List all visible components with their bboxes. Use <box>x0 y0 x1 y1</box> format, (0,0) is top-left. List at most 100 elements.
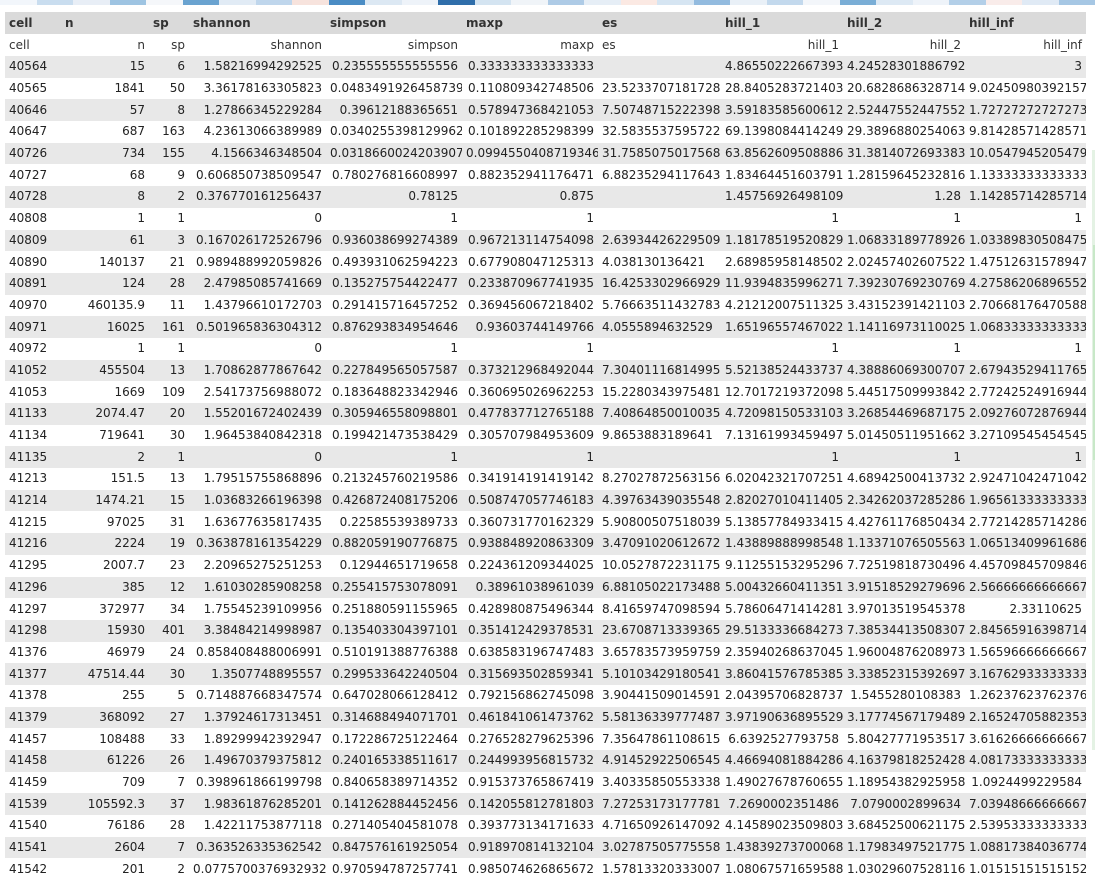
table-cell-simpson: 0.183648823342946 <box>326 381 462 403</box>
table-row[interactable]: 41133 2074.47 20 1.55201672402439 0.30594655… <box>5 403 1086 425</box>
table-row[interactable]: 40809 61 3 0.167026172526796 0.9360386992743… <box>5 229 1086 252</box>
table-cell-es: 3.02787505775558 <box>598 836 721 859</box>
table-cell-hill-inf: 1.14285714285714 <box>965 186 1086 208</box>
table-cell-es: 3.40335850553338 <box>598 771 721 794</box>
table-cell-es: 7.40864850010035 <box>598 403 721 425</box>
column-header-sp[interactable]: sp <box>149 12 189 34</box>
table-cell-hill-1: 1 <box>721 337 843 360</box>
table-row[interactable]: 41298 15930 401 3.38484214998987 0.135403304… <box>5 619 1086 642</box>
table-cell-es <box>598 207 721 230</box>
table-cell-hill-2: 1 <box>843 337 965 360</box>
table-row[interactable]: 40808 1 1 0 1 1 1 1 1 <box>5 207 1086 230</box>
table-cell-hill-1: 1.43889888998548 <box>721 533 843 555</box>
table-cell-hill-1: 5.78606471414281 <box>721 598 843 620</box>
table-row[interactable]: 41541 2604 7 0.363526335362542 0.84757616192… <box>5 836 1086 859</box>
table-row[interactable]: 40646 57 8 1.27866345229284 0.39612188365651… <box>5 99 1086 122</box>
table-cell-simpson: 0.141262884452456 <box>326 793 462 816</box>
table-cell-maxp: 0.393773134171633 <box>462 815 598 837</box>
column-header-hill-1[interactable]: hill_1 <box>721 12 843 34</box>
table-row[interactable]: 41296 385 12 1.61030285908258 0.255415753078… <box>5 576 1086 599</box>
table-cell-hill-2: 1.5455280108383 <box>843 684 965 707</box>
table-row[interactable]: 40727 68 9 0.606850738509547 0.7802768166089… <box>5 164 1086 187</box>
table-row[interactable]: 41134 719641 30 1.96453840842318 0.199421473… <box>5 424 1086 447</box>
table-row[interactable]: 41213 151.5 13 1.79515755868896 0.2132457602… <box>5 468 1086 490</box>
table-row[interactable]: 40970 460135.9 11 1.43796610172703 0.2914157… <box>5 294 1086 317</box>
table-cell-hill-2: 1 <box>843 446 965 469</box>
table-row[interactable]: 41459 709 7 0.398961866199798 0.840658389714… <box>5 771 1086 794</box>
table-cell-sp: 50 <box>149 77 189 100</box>
table-row[interactable]: 40647 687 163 4.23613066389989 0.03402553981… <box>5 121 1086 143</box>
table-cell-hill-2: 3.68452500621175 <box>843 815 965 837</box>
table-row[interactable]: 41297 372977 34 1.75545239109956 0.251880591… <box>5 598 1086 620</box>
heatmap-color-strip <box>0 0 1095 5</box>
table-cell-simpson: 1 <box>326 207 462 230</box>
table-cell-hill-2: 1.96004876208973 <box>843 641 965 664</box>
table-cell-es: 8.41659747098594 <box>598 598 721 620</box>
table-cell-maxp: 1 <box>462 337 598 360</box>
table-cell-maxp: 0.461841061473762 <box>462 706 598 729</box>
table-row[interactable]: 40971 16025 161 0.501965836304312 0.87629383… <box>5 316 1086 338</box>
table-cell-maxp: 0.967213114754098 <box>462 229 598 252</box>
column-header-hill-2[interactable]: hill_2 <box>843 12 965 34</box>
table-cell-cell: 41541 <box>5 836 61 859</box>
table-cell-n: 105592.3 <box>61 793 149 816</box>
table-cell-hill-2: 7.38534413508307 <box>843 619 965 642</box>
table-row[interactable]: 40726 734 155 4.1566346348504 0.031866002420… <box>5 142 1086 165</box>
table-row[interactable]: 41295 2007.7 23 2.20965275251253 0.129446517… <box>5 554 1086 577</box>
table-cell-hill-2: 2.34262037285286 <box>843 489 965 512</box>
table-cell-maxp: 0.305707984953609 <box>462 424 598 447</box>
table-cell-es: 16.4253302966929 <box>598 272 721 295</box>
table-row[interactable]: 41458 61226 26 1.49670379375812 0.2401653385… <box>5 750 1086 772</box>
table-cell-shannon: 0.858408488006991 <box>189 641 326 664</box>
table-cell-sp: 20 <box>149 403 189 425</box>
table-row[interactable]: 41215 97025 31 1.63677635817435 0.2258553938… <box>5 511 1086 534</box>
table-cell-hill-inf: 1.0924499229584 <box>965 771 1086 794</box>
table-row[interactable]: 40565 1841 50 3.36178163305823 0.04834919264… <box>5 77 1086 100</box>
table-row[interactable]: 41052 455504 13 1.70862877867642 0.227849565… <box>5 359 1086 382</box>
table-row[interactable]: 40890 140137 21 0.989488992059826 0.49393106… <box>5 251 1086 273</box>
table-row[interactable]: 40972 1 1 0 1 1 1 1 1 <box>5 337 1086 360</box>
table-row[interactable]: 40891 124 28 2.47985085741669 0.135275754422… <box>5 272 1086 295</box>
table-cell-shannon: 3.38484214998987 <box>189 619 326 642</box>
table-row[interactable]: 41539 105592.3 37 1.98361876285201 0.1412628… <box>5 793 1086 816</box>
table-cell-n: 57 <box>61 99 149 122</box>
table-row[interactable]: 40564 15 6 1.58216994292525 0.23555555555555… <box>5 56 1086 78</box>
table-row[interactable]: 41457 108488 33 1.89299942392947 0.172286725… <box>5 728 1086 750</box>
table-row[interactable]: 41053 1669 109 2.54173756988072 0.1836488233… <box>5 381 1086 403</box>
column-header-n[interactable]: n <box>61 12 149 34</box>
table-cell-hill-2: 5.44517509993842 <box>843 381 965 403</box>
table-cell-sp: 1 <box>149 446 189 469</box>
table-row[interactable]: 41214 1474.21 15 1.03683266196398 0.42687240… <box>5 489 1086 512</box>
table-row[interactable]: 41377 47514.44 30 1.3507748895557 0.29953364… <box>5 663 1086 685</box>
table-cell-sp: 34 <box>149 598 189 620</box>
table-row[interactable]: 41378 255 5 0.714887668347574 0.647028066128… <box>5 684 1086 707</box>
table-row[interactable]: 41216 2224 19 0.363878161354229 0.8820591907… <box>5 533 1086 555</box>
table-row[interactable]: 41379 368092 27 1.37924617313451 0.314688494… <box>5 706 1086 729</box>
table-row[interactable]: 41376 46979 24 0.858408488006991 0.510191388… <box>5 641 1086 664</box>
column-header-es[interactable]: es <box>598 12 721 34</box>
table-cell-cell: 41296 <box>5 576 61 599</box>
column-header-shannon[interactable]: shannon <box>189 12 326 34</box>
color-strip-segment <box>365 0 402 5</box>
column-header-simpson[interactable]: simpson <box>326 12 462 34</box>
color-strip-segment <box>584 0 621 5</box>
table-cell-hill-inf: 7.03948666666667 <box>965 793 1086 816</box>
table-cell-cell: 41458 <box>5 750 61 772</box>
column-header-cell[interactable]: cell <box>5 12 61 34</box>
table-cell-hill-inf: 1.72727272727273 <box>965 99 1086 122</box>
table-cell-hill-inf: 2.33110625 <box>965 598 1086 620</box>
table-cell-hill-inf: 4.08173333333333 <box>965 750 1086 772</box>
table-cell-maxp: 0.276528279625396 <box>462 728 598 750</box>
table-cell-shannon: 0.606850738509547 <box>189 164 326 187</box>
color-strip-segment <box>912 0 949 5</box>
table-row[interactable]: 41542 201 2 0.0775700376932932 0.97059478725… <box>5 858 1086 881</box>
table-cell-es: 5.76663511432783 <box>598 294 721 317</box>
column-header-maxp[interactable]: maxp <box>462 12 598 34</box>
table-row[interactable]: 41135 2 1 0 1 1 1 1 1 <box>5 446 1086 469</box>
table-cell-shannon: 2.54173756988072 <box>189 381 326 403</box>
table-cell-n: 2007.7 <box>61 554 149 577</box>
table-cell-cell: 40891 <box>5 272 61 295</box>
table-row[interactable]: 40728 8 2 0.376770161256437 0.78125 0.875 1.45… <box>5 186 1086 208</box>
table-row[interactable]: 41540 76186 28 1.42211753877118 0.2714054045… <box>5 815 1086 837</box>
column-header-hill-inf[interactable]: hill_inf <box>965 12 1086 34</box>
